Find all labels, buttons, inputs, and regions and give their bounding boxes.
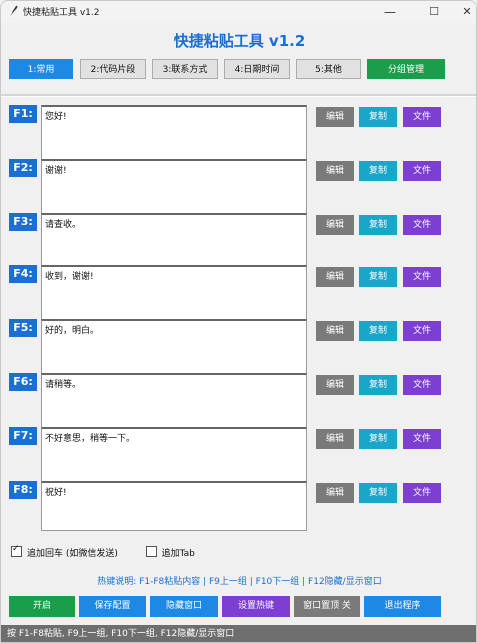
file-button[interactable]: 文件 [403,215,441,235]
snippet-text: 您好! [45,112,67,122]
snippet-row: F2: 谢谢! 编辑 复制 文件 [1,159,476,219]
snippet-textbox[interactable]: 请查收。 [41,213,307,271]
edit-button[interactable]: 编辑 [316,215,354,235]
app-window: 快捷粘贴工具 v1.2 — ☐ ✕ 快捷粘贴工具 v1.2 1:常用 2:代码片… [0,0,477,643]
snippet-text: 收到，谢谢! [45,272,94,282]
append-tab-checkbox[interactable] [145,546,157,557]
file-button[interactable]: 文件 [403,161,441,181]
start-button[interactable]: 开启 [9,596,75,617]
save-config-button[interactable]: 保存配置 [79,596,146,617]
append-enter-checkbox[interactable] [11,544,22,557]
copy-button[interactable]: 复制 [359,321,397,341]
maximize-button[interactable]: ☐ [419,3,449,21]
snippet-textbox[interactable]: 您好! [41,105,307,163]
copy-button[interactable]: 复制 [359,107,397,127]
file-button[interactable]: 文件 [403,483,441,503]
snippet-text: 不好意思，稍等一下。 [45,434,136,444]
file-button[interactable]: 文件 [403,321,441,341]
title-bar: 快捷粘贴工具 v1.2 — ☐ ✕ [1,1,476,23]
edit-button[interactable]: 编辑 [316,267,354,287]
copy-button[interactable]: 复制 [359,161,397,181]
hotkey-label: F7: [9,427,37,445]
snippet-row: F3: 请查收。 编辑 复制 文件 [1,213,476,273]
snippet-textbox[interactable]: 收到，谢谢! [41,265,307,323]
snippet-text: 请查收。 [45,220,82,230]
exit-button[interactable]: 退出程序 [364,596,441,617]
snippet-text: 谢谢! [45,166,67,176]
hotkey-label: F8: [9,481,37,499]
snippet-text: 好的，明白。 [45,326,100,336]
snippet-row: F4: 收到，谢谢! 编辑 复制 文件 [1,265,476,325]
append-tab-label: 追加Tab [161,549,195,559]
hotkey-label: F4: [9,265,37,283]
hotkey-label: F2: [9,159,37,177]
tab-2[interactable]: 2:代码片段 [80,59,146,79]
hotkey-label: F6: [9,373,37,391]
tab-5[interactable]: 5:其他 [296,59,361,79]
edit-button[interactable]: 编辑 [316,161,354,181]
options-row: 追加回车 (如微信发送) 追加Tab [11,544,195,559]
hide-window-button[interactable]: 隐藏窗口 [150,596,218,617]
copy-button[interactable]: 复制 [359,267,397,287]
snippet-row: F6: 请稍等。 编辑 复制 文件 [1,373,476,433]
hotkey-label: F5: [9,319,37,337]
edit-button[interactable]: 编辑 [316,483,354,503]
copy-button[interactable]: 复制 [359,215,397,235]
close-button[interactable]: ✕ [457,3,476,21]
snippet-text: 请稍等。 [45,380,82,390]
snippet-textbox[interactable]: 谢谢! [41,159,307,217]
hotkey-label: F3: [9,213,37,231]
window-title: 快捷粘贴工具 v1.2 [23,8,100,18]
edit-button[interactable]: 编辑 [316,375,354,395]
append-enter-label: 追加回车 (如微信发送) [27,549,118,559]
snippet-textbox[interactable]: 请稍等。 [41,373,307,431]
file-button[interactable]: 文件 [403,267,441,287]
edit-button[interactable]: 编辑 [316,429,354,449]
snippet-textbox[interactable]: 不好意思，稍等一下。 [41,427,307,485]
tab-1[interactable]: 1:常用 [9,59,73,79]
minimize-button[interactable]: — [375,3,405,21]
group-manage-button[interactable]: 分组管理 [367,59,445,79]
divider [1,94,476,97]
status-bar: 按 F1-F8粘贴, F9上一组, F10下一组, F12隐藏/显示窗口 [1,625,476,642]
snippet-row: F8: 祝好! 编辑 复制 文件 [1,481,476,533]
snippet-row: F1: 您好! 编辑 复制 文件 [1,105,476,165]
tab-4[interactable]: 4:日期时间 [224,59,290,79]
snippet-textbox[interactable]: 祝好! [41,481,307,531]
edit-button[interactable]: 编辑 [316,107,354,127]
snippet-row: F7: 不好意思，稍等一下。 编辑 复制 文件 [1,427,476,487]
snippet-textbox[interactable]: 好的，明白。 [41,319,307,377]
snippet-text: 祝好! [45,488,67,498]
set-hotkey-button[interactable]: 设置热键 [222,596,290,617]
edit-button[interactable]: 编辑 [316,321,354,341]
snippet-row: F5: 好的，明白。 编辑 复制 文件 [1,319,476,379]
tab-3[interactable]: 3:联系方式 [152,59,218,79]
file-button[interactable]: 文件 [403,107,441,127]
hotkey-description: 热键说明: F1-F8粘贴内容 | F9上一组 | F10下一组 | F12隐藏… [97,577,382,587]
pin-window-button[interactable]: 窗口置顶 关 [294,596,360,617]
feather-icon [8,5,18,18]
file-button[interactable]: 文件 [403,429,441,449]
app-title: 快捷粘贴工具 v1.2 [173,32,306,50]
copy-button[interactable]: 复制 [359,375,397,395]
copy-button[interactable]: 复制 [359,429,397,449]
hotkey-label: F1: [9,105,37,123]
file-button[interactable]: 文件 [403,375,441,395]
copy-button[interactable]: 复制 [359,483,397,503]
